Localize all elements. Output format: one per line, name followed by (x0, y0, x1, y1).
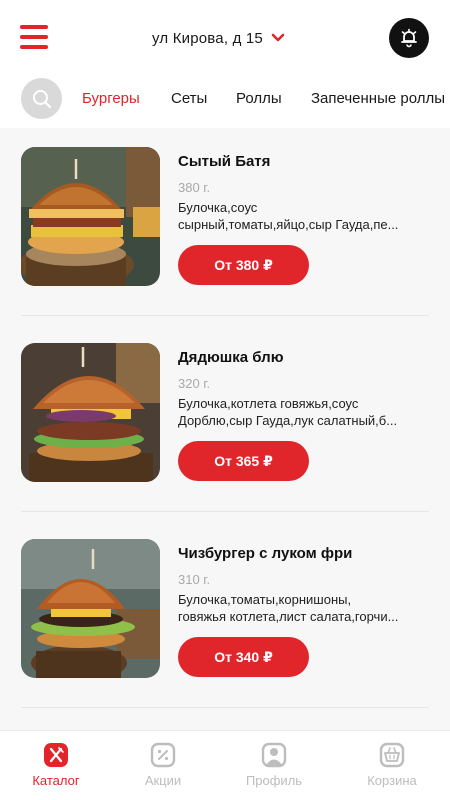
category-tab-rolls[interactable]: Роллы (236, 90, 282, 107)
bottom-tab-bar: Каталог Акции Профиль Корзина (0, 730, 450, 800)
product-description-line: сырный,томаты,яйцо,сыр Гауда,пе... (178, 217, 399, 232)
tab-label: Каталог (32, 773, 80, 788)
product-card[interactable]: Чизбургер с луком фри 310 г. Булочка,том… (0, 539, 450, 730)
product-description-line: Дорблю,сыр Гауда,лук салатный,б... (178, 413, 398, 428)
profile-user-icon (261, 742, 287, 768)
cart-basket-icon (379, 742, 405, 768)
app-header: ул Кирова, д 15 (0, 0, 450, 78)
address-selector[interactable]: ул Кирова, д 15 (152, 27, 285, 49)
address-text: ул Кирова, д 15 (152, 29, 263, 47)
product-name: Дядюшка блю (178, 349, 284, 366)
price-button[interactable]: От 380 ₽ (178, 245, 309, 285)
tab-cart[interactable]: Корзина (347, 741, 437, 788)
tab-catalog[interactable]: Каталог (11, 741, 101, 788)
price-button[interactable]: От 365 ₽ (178, 441, 309, 481)
chevron-down-icon (271, 33, 285, 42)
product-weight: 310 г. (178, 572, 211, 587)
tab-label: Акции (144, 773, 182, 788)
product-card[interactable]: Дядюшка блю 320 г. Булочка,котлета говяж… (0, 343, 450, 539)
hamburger-menu-icon[interactable] (20, 24, 48, 50)
tab-profile[interactable]: Профиль (229, 741, 319, 788)
product-description-line: Булочка,томаты,корнишоны, (178, 592, 352, 607)
notification-bell-button[interactable] (389, 18, 429, 58)
product-list: Сытый Батя 380 г. Булочка,соус сырный,то… (0, 128, 450, 730)
divider (21, 315, 429, 316)
tab-label: Корзина (367, 773, 417, 788)
price-button[interactable]: От 340 ₽ (178, 637, 309, 677)
product-image (21, 539, 160, 678)
product-image (21, 147, 160, 286)
product-card[interactable]: Сытый Батя 380 г. Булочка,соус сырный,то… (0, 147, 450, 343)
category-tab-burgers[interactable]: Бургеры (82, 90, 140, 107)
product-description-line: Булочка,котлета говяжья,соус (178, 396, 359, 411)
alarm-bell-icon (401, 28, 417, 48)
category-tab-baked-rolls[interactable]: Запеченные роллы (311, 90, 445, 107)
search-button[interactable] (21, 78, 62, 119)
product-name: Сытый Батя (178, 153, 271, 170)
discount-percent-icon (150, 742, 176, 768)
product-description: Булочка,соус сырный,томаты,яйцо,сыр Гауд… (178, 199, 428, 233)
tab-promotions[interactable]: Акции (118, 741, 208, 788)
product-description-line: говяжья котлета,лист салата,горчи... (178, 609, 399, 624)
product-weight: 380 г. (178, 180, 211, 195)
product-description: Булочка,котлета говяжья,соус Дорблю,сыр … (178, 395, 428, 429)
divider (21, 707, 429, 708)
category-bar: Бургеры Сеты Роллы Запеченные роллы (0, 78, 450, 128)
product-image (21, 343, 160, 482)
divider (21, 511, 429, 512)
catalog-fork-knife-icon (44, 743, 68, 767)
product-description-line: Булочка,соус (178, 200, 258, 215)
category-tab-sets[interactable]: Сеты (171, 90, 207, 107)
search-icon (32, 89, 51, 108)
tab-label: Профиль (245, 773, 303, 788)
product-weight: 320 г. (178, 376, 211, 391)
product-name: Чизбургер с луком фри (178, 545, 353, 562)
product-description: Булочка,томаты,корнишоны, говяжья котлет… (178, 591, 428, 625)
